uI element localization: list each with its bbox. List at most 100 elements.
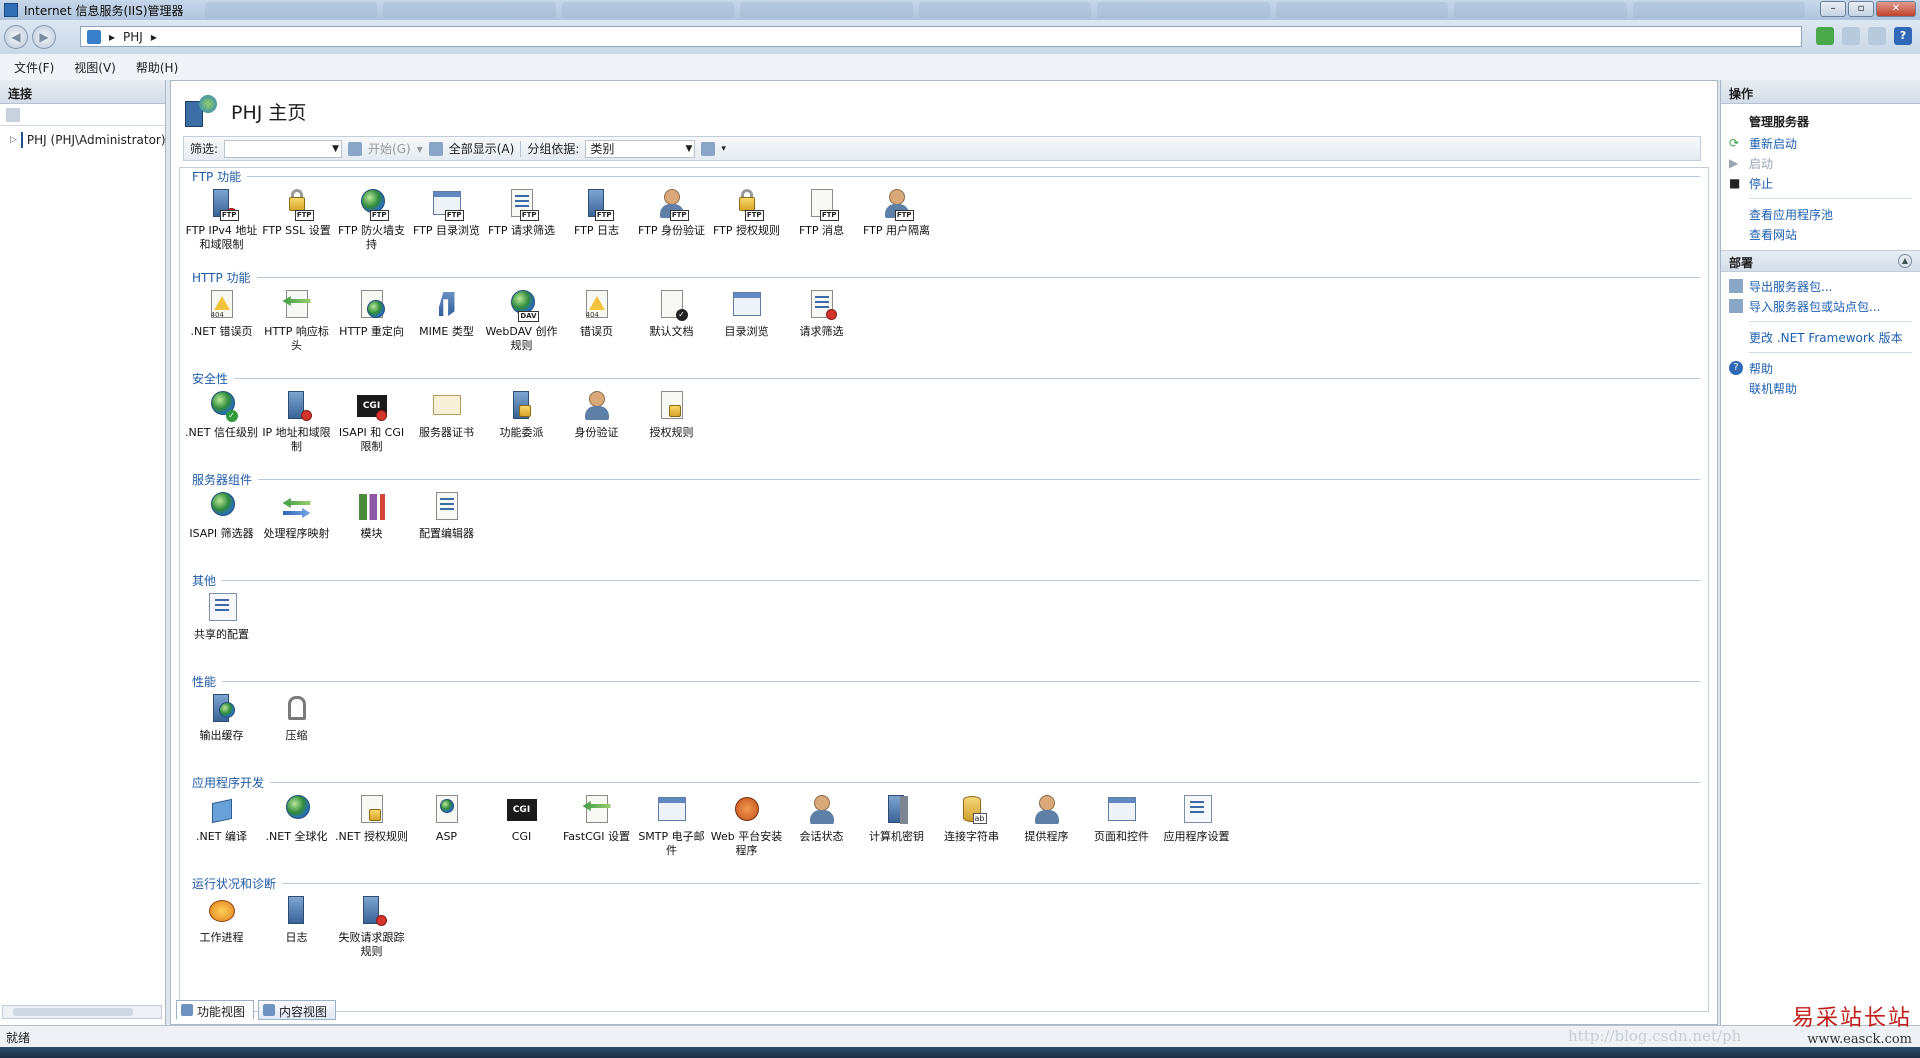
back-button[interactable]: ◀ xyxy=(4,25,28,49)
feature-item[interactable]: 目录浏览 xyxy=(709,285,784,353)
action-view-sites[interactable]: 查看网站 xyxy=(1721,224,1920,244)
feature-item[interactable]: HTTP 响应标头 xyxy=(259,285,334,353)
feature-item[interactable]: FastCGI 设置 xyxy=(559,790,634,858)
tree-node-server[interactable]: ▷ PHJ (PHJ\Administrator) xyxy=(0,126,165,148)
action-import-package[interactable]: 导入服务器包或站点包... xyxy=(1721,296,1920,316)
group-divider xyxy=(247,175,1700,177)
feature-item[interactable]: CGI ISAPI 和 CGI 限制 xyxy=(334,386,409,454)
feature-item[interactable]: 404 错误页 xyxy=(559,285,634,353)
feature-item[interactable]: Web 平台安装程序 xyxy=(709,790,784,858)
expand-arrow-icon[interactable]: ▷ xyxy=(10,135,17,145)
feature-item[interactable]: FTP FTP 请求筛选 xyxy=(484,184,559,252)
connect-icon[interactable] xyxy=(6,107,20,122)
feature-item[interactable]: SMTP 电子邮件 xyxy=(634,790,709,858)
menu-help[interactable]: 帮助(H) xyxy=(136,59,178,76)
menu-view[interactable]: 视图(V) xyxy=(74,59,116,76)
view-mode-icon[interactable] xyxy=(701,141,716,156)
action-view-app-pools[interactable]: 查看应用程序池 xyxy=(1721,204,1920,224)
start-dropdown-icon[interactable]: ▾ xyxy=(417,142,423,156)
feature-item[interactable]: IP 地址和域限制 xyxy=(259,386,334,454)
home-icon[interactable] xyxy=(1868,27,1886,45)
show-all-button[interactable]: 全部显示(A) xyxy=(449,140,515,157)
feature-item[interactable]: FTP FTP 身份验证 xyxy=(634,184,709,252)
filter-input[interactable]: ▼ xyxy=(224,139,343,158)
feature-item[interactable]: 请求筛选 xyxy=(784,285,859,353)
maximize-button[interactable]: ▫ xyxy=(1848,1,1874,17)
feature-item[interactable]: ISAPI 筛选器 xyxy=(184,487,259,541)
feature-item[interactable]: 处理程序映射 xyxy=(259,487,334,541)
feature-item[interactable]: FTP FTP SSL 设置 xyxy=(259,184,334,252)
net-compilation-icon xyxy=(205,793,239,827)
horizontal-scrollbar[interactable] xyxy=(2,1005,162,1019)
worker-processes-icon xyxy=(205,894,239,928)
scrollbar-thumb[interactable] xyxy=(13,1008,133,1016)
feature-item[interactable]: 服务器证书 xyxy=(409,386,484,454)
action-stop[interactable]: ■ 停止 xyxy=(1721,173,1920,193)
action-export-package[interactable]: 导出服务器包... xyxy=(1721,276,1920,296)
feature-group: 应用程序开发 .NET 编译 .NET 全球化 .NET 授权规则 ASP CGI CGI F… xyxy=(184,774,1708,875)
feature-item[interactable]: ab 连接字符串 xyxy=(934,790,1009,858)
feature-item[interactable]: 身份验证 xyxy=(559,386,634,454)
feature-item-label: FTP 授权规则 xyxy=(713,224,780,237)
help-icon[interactable]: ? xyxy=(1894,27,1912,45)
feature-item[interactable]: 共享的配置 xyxy=(184,588,259,642)
feature-group: 服务器组件 ISAPI 筛选器 处理程序映射 模块 配置编辑器 xyxy=(184,471,1708,572)
feature-item[interactable]: .NET 授权规则 xyxy=(334,790,409,858)
feature-item[interactable]: 压缩 xyxy=(259,689,334,743)
feature-item[interactable]: 日志 xyxy=(259,891,334,959)
feature-item[interactable]: 页面和控件 xyxy=(1084,790,1159,858)
feature-item[interactable]: 配置编辑器 xyxy=(409,487,484,541)
export-icon xyxy=(1729,279,1743,293)
group-header: 服务器组件 xyxy=(184,471,1708,487)
feature-item[interactable]: ✓ .NET 信任级别 xyxy=(184,386,259,454)
feature-item[interactable]: 工作进程 xyxy=(184,891,259,959)
feature-item[interactable]: ASP xyxy=(409,790,484,858)
collapse-icon[interactable]: ▲ xyxy=(1898,254,1912,268)
feature-item[interactable]: FTP FTP 防火墙支持 xyxy=(334,184,409,252)
stop-icon[interactable] xyxy=(1842,27,1860,45)
feature-item[interactable]: 计算机密钥 xyxy=(859,790,934,858)
feature-item[interactable]: .NET 编译 xyxy=(184,790,259,858)
feature-item[interactable]: 会话状态 xyxy=(784,790,859,858)
feature-item[interactable]: ✓ 默认文档 xyxy=(634,285,709,353)
close-button[interactable]: ✕ xyxy=(1876,1,1916,17)
start-button[interactable]: 开始(G) xyxy=(368,140,411,157)
group-title: FTP 功能 xyxy=(192,169,242,184)
feature-item[interactable]: FTP FTP 用户隔离 xyxy=(859,184,934,252)
feature-item[interactable]: FTP FTP IPv4 地址和域限制 xyxy=(184,184,259,252)
action-help[interactable]: ? 帮助 xyxy=(1721,358,1920,378)
feature-item[interactable]: CGI CGI xyxy=(484,790,559,858)
action-online-help[interactable]: 联机帮助 xyxy=(1721,378,1920,398)
feature-item[interactable]: 功能委派 xyxy=(484,386,559,454)
feature-item[interactable]: DAV WebDAV 创作规则 xyxy=(484,285,559,353)
feature-item[interactable]: .NET 全球化 xyxy=(259,790,334,858)
forward-button[interactable]: ▶ xyxy=(32,25,56,49)
breadcrumb-server[interactable]: PHJ xyxy=(123,30,143,44)
refresh-icon[interactable] xyxy=(1816,27,1834,45)
feature-item[interactable]: 应用程序设置 xyxy=(1159,790,1234,858)
feature-item[interactable]: 模块 xyxy=(334,487,409,541)
connection-strings-icon: ab xyxy=(955,793,989,827)
minimize-button[interactable]: – xyxy=(1820,1,1846,17)
action-change-framework[interactable]: 更改 .NET Framework 版本 xyxy=(1721,327,1920,347)
feature-item[interactable]: 授权规则 xyxy=(634,386,709,454)
feature-item[interactable]: HTTP 重定向 xyxy=(334,285,409,353)
group-by-select[interactable]: 类别 ▼ xyxy=(585,139,696,158)
feature-item[interactable]: 失败请求跟踪规则 xyxy=(334,891,409,959)
tab-features-view[interactable]: 功能视图 xyxy=(176,1000,255,1020)
feature-item[interactable]: FTP FTP 消息 xyxy=(784,184,859,252)
feature-item[interactable]: FTP FTP 目录浏览 xyxy=(409,184,484,252)
tab-content-view[interactable]: 内容视图 xyxy=(258,1000,337,1020)
menu-file[interactable]: 文件(F) xyxy=(14,59,54,76)
feature-item[interactable]: FTP FTP 日志 xyxy=(559,184,634,252)
feature-item[interactable]: 提供程序 xyxy=(1009,790,1084,858)
feature-item[interactable]: 输出缓存 xyxy=(184,689,259,743)
net-globalization-icon xyxy=(280,793,314,827)
feature-item[interactable]: FTP FTP 授权规则 xyxy=(709,184,784,252)
view-mode-dropdown-icon[interactable]: ▾ xyxy=(721,144,726,154)
feature-item[interactable]: 404 .NET 错误页 xyxy=(184,285,259,353)
address-bar[interactable]: ▸ PHJ ▸ xyxy=(80,26,1802,47)
feature-item[interactable]: MIME 类型 xyxy=(409,285,484,353)
feature-item-label: FTP 目录浏览 xyxy=(413,224,480,237)
action-restart[interactable]: ⟳ 重新启动 xyxy=(1721,133,1920,153)
